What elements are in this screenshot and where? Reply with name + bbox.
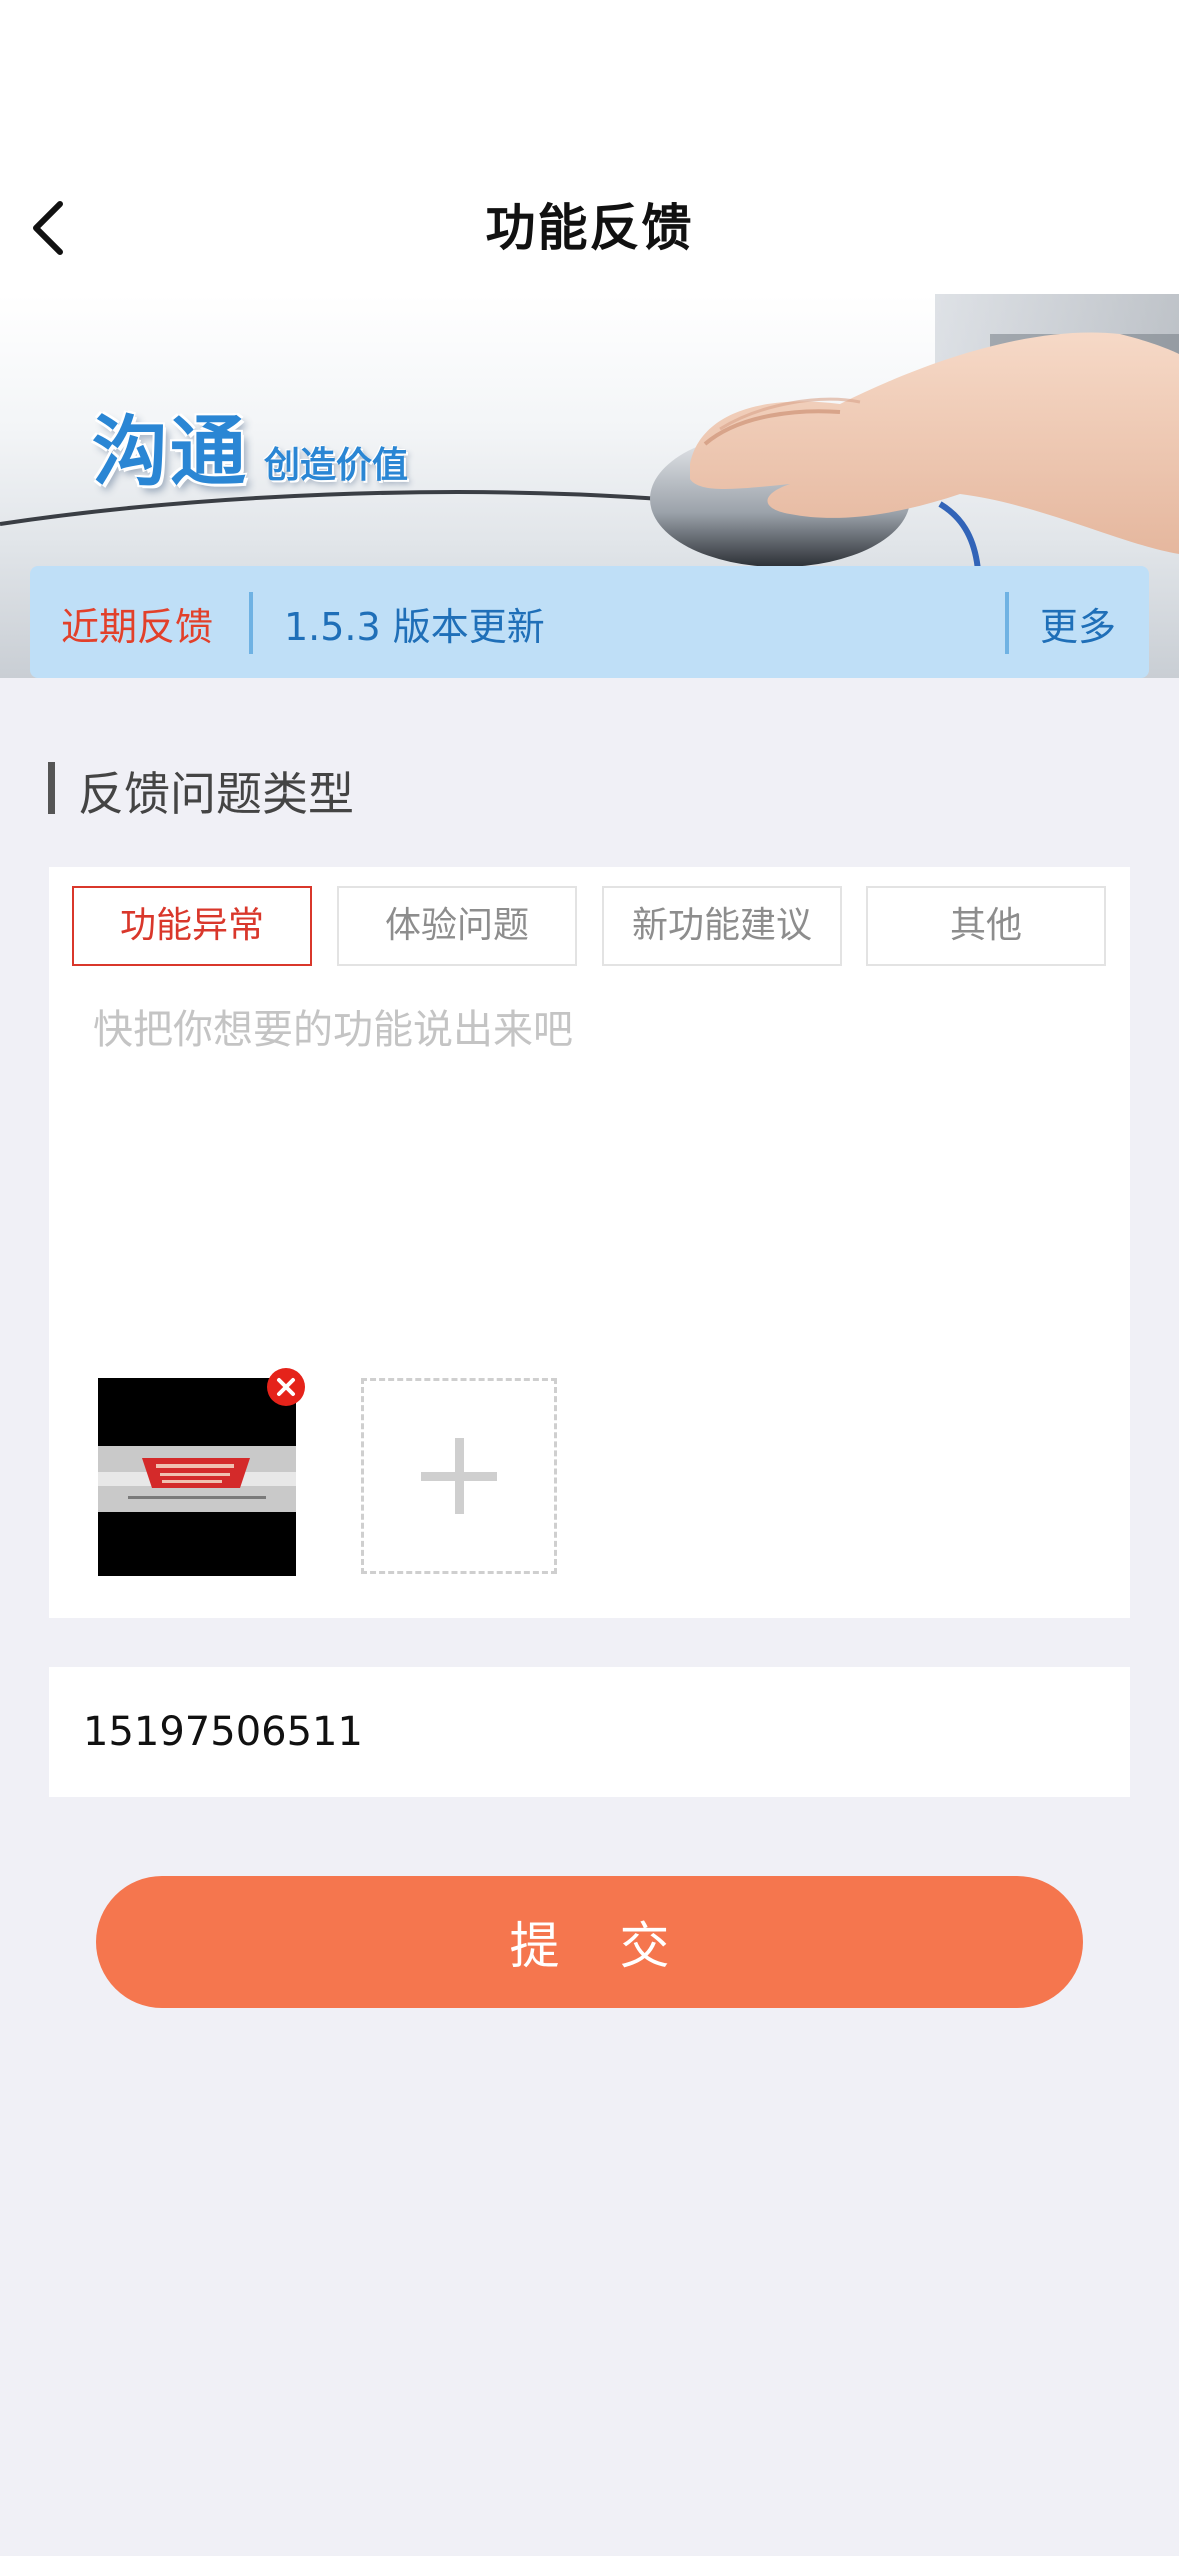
navigation-bar: 功能反馈 (0, 140, 1179, 294)
notice-divider (249, 592, 253, 654)
delete-image-button[interactable] (267, 1368, 305, 1406)
page-title: 功能反馈 (485, 199, 694, 257)
banner-logo-sub: 创造价值 (264, 445, 409, 486)
banner-logo: 沟通 创造价值 (92, 414, 408, 490)
type-tab-other[interactable]: 其他 (866, 886, 1106, 966)
feedback-form: 功能异常 体验问题 新功能建议 其他 (49, 867, 1130, 1618)
submit-button[interactable]: 提交 (96, 1876, 1083, 2008)
type-tab-new-feature[interactable]: 新功能建议 (602, 886, 842, 966)
section-title: 反馈问题类型 (78, 767, 354, 821)
add-image-button[interactable] (361, 1378, 557, 1574)
recent-feedback-label: 近期反馈 (61, 605, 214, 649)
recent-feedback-text[interactable]: 1.5.3 版本更新 (284, 596, 545, 651)
close-icon (277, 1378, 295, 1396)
recent-feedback-bar[interactable]: 近期反馈 1.5.3 版本更新 更多 (30, 566, 1149, 678)
type-tab-function-error[interactable]: 功能异常 (72, 886, 312, 966)
type-tab-experience[interactable]: 体验问题 (337, 886, 577, 966)
feedback-textarea[interactable] (93, 997, 1083, 1217)
more-link[interactable]: 更多 (1040, 596, 1116, 651)
notice-divider (1005, 592, 1009, 654)
contact-phone-input[interactable] (83, 1667, 1093, 1797)
status-bar (0, 0, 1179, 140)
section-accent-bar (48, 762, 55, 814)
attached-image (98, 1378, 296, 1576)
contact-field-container (49, 1667, 1130, 1797)
attached-image-thumbnail[interactable] (98, 1378, 296, 1576)
banner-logo-main: 沟通 (92, 407, 248, 496)
plus-icon (421, 1438, 497, 1514)
